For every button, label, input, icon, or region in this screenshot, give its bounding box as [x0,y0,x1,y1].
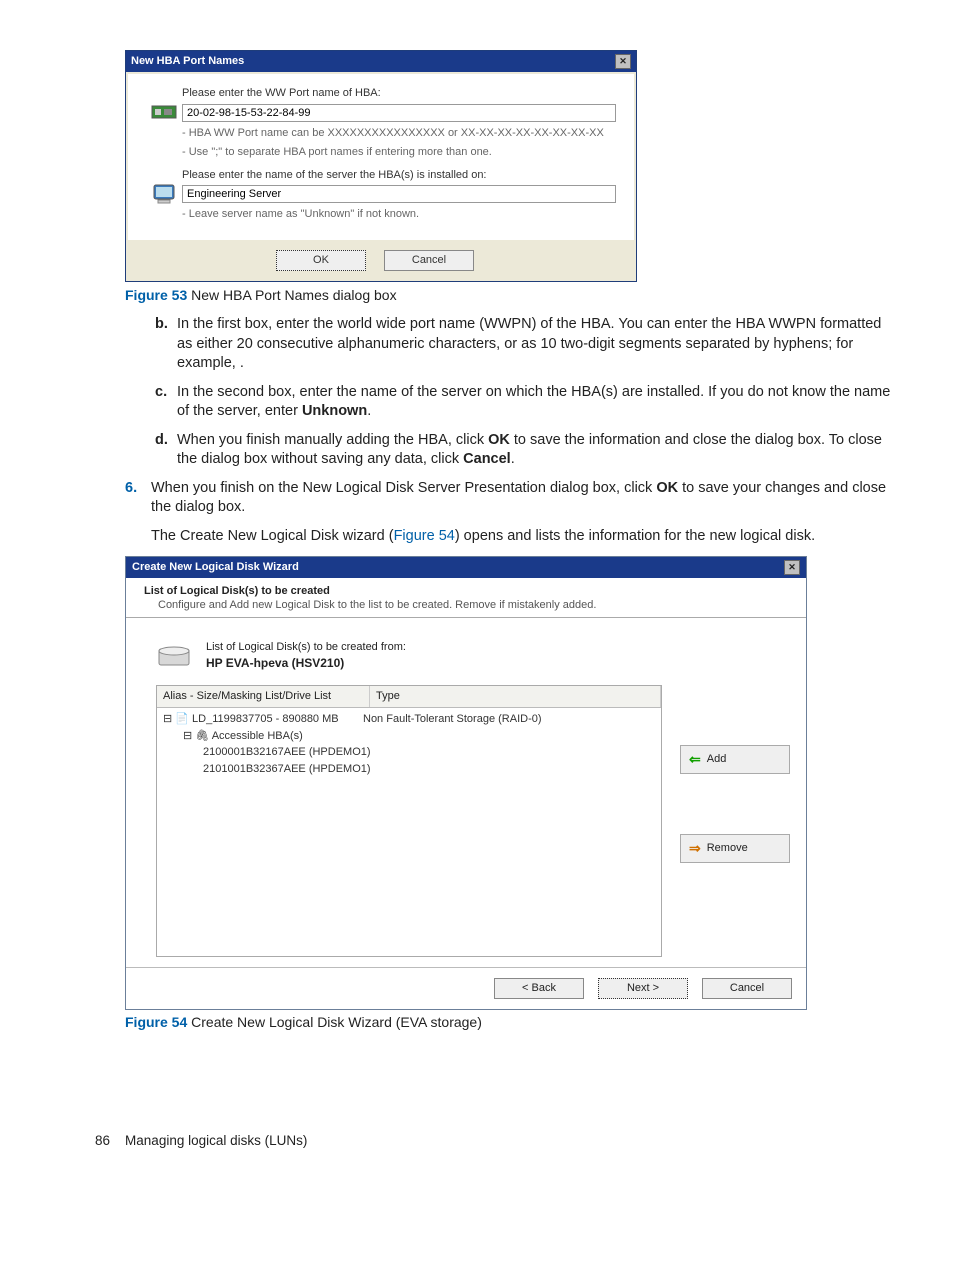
figure-54-caption: Figure 54 Create New Logical Disk Wizard… [125,1013,894,1032]
table-row[interactable]: ⊟ 📄 LD_1199837705 - 890880 MB Non Fault-… [163,711,655,728]
close-icon[interactable]: ✕ [615,54,631,69]
col-alias: Alias - Size/Masking List/Drive List [157,686,370,707]
add-button[interactable]: ⇐ Add [680,745,790,774]
hba-card-icon [146,86,182,160]
figure-label: Figure 54 [125,1014,187,1030]
dialog-title: New HBA Port Names [131,54,244,69]
table-row[interactable]: 2100001B32167AEE (HPDEMO1) [163,744,655,761]
page-footer: 86 Managing logical disks (LUNs) [95,1132,894,1150]
ww-port-hint-1: - HBA WW Port name can be XXXXXXXXXXXXXX… [182,126,616,141]
arrow-right-icon: ⇒ [689,839,701,858]
list-from-label: List of Logical Disk(s) to be created fr… [206,640,406,655]
server-name-hint: - Leave server name as "Unknown" if not … [182,207,616,222]
step-c: In the second box, enter the name of the… [155,383,894,422]
col-type: Type [370,686,661,707]
step-b: In the first box, enter the world wide p… [155,315,894,374]
ww-port-input[interactable] [182,104,616,122]
dialog-body: Please enter the WW Port name of HBA: - … [128,74,634,240]
storage-system-name: HP EVA-hpeva (HSV210) [206,655,406,671]
remove-button[interactable]: ⇒ Remove [680,834,790,863]
server-name-input[interactable] [182,185,616,203]
table-row[interactable]: ⊟ 🖇 Accessible HBA(s) [163,728,655,745]
cancel-button[interactable]: Cancel [384,250,474,271]
wizard-titlebar: Create New Logical Disk Wizard ✕ [126,557,806,578]
wizard-header: List of Logical Disk(s) to be created Co… [126,578,806,619]
disk-icon [156,641,192,671]
new-hba-dialog: New HBA Port Names ✕ Please enter the WW… [125,50,637,282]
close-icon[interactable]: ✕ [784,560,800,575]
arrow-left-icon: ⇐ [689,750,701,769]
dialog-titlebar: New HBA Port Names ✕ [126,51,636,72]
figure-53-caption: Figure 53 New HBA Port Names dialog box [125,286,894,305]
wizard-opens-paragraph: The Create New Logical Disk wizard (Figu… [151,527,894,547]
create-logical-disk-wizard: Create New Logical Disk Wizard ✕ List of… [125,556,807,1011]
step-d: When you finish manually adding the HBA,… [155,431,894,470]
server-name-label: Please enter the name of the server the … [182,168,616,183]
ww-port-hint-2: - Use ";" to separate HBA port names if … [182,145,616,160]
logical-disk-table[interactable]: Alias - Size/Masking List/Drive List Typ… [156,685,662,957]
figure-54-link[interactable]: Figure 54 [394,528,455,544]
step-6: When you finish on the New Logical Disk … [125,479,894,518]
back-button[interactable]: < Back [494,978,584,999]
figure-label: Figure 53 [125,287,187,303]
ww-port-label: Please enter the WW Port name of HBA: [182,86,616,101]
wizard-title: Create New Logical Disk Wizard [132,560,299,575]
table-row[interactable]: 2101001B32367AEE (HPDEMO1) [163,761,655,778]
ok-button[interactable]: OK [276,250,366,271]
server-icon [146,168,182,223]
next-button[interactable]: Next > [598,978,688,999]
cancel-button[interactable]: Cancel [702,978,792,999]
